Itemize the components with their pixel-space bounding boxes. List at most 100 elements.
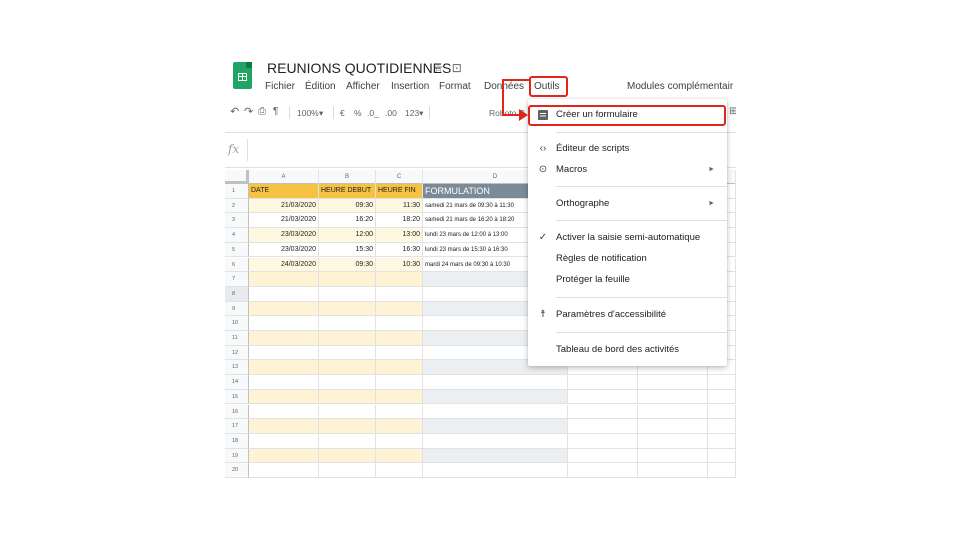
table-cell[interactable] — [423, 448, 568, 464]
row-number[interactable]: 19 — [225, 448, 249, 464]
table-cell[interactable] — [638, 433, 708, 449]
row-number[interactable]: 9 — [225, 301, 249, 317]
table-cell[interactable] — [376, 316, 423, 331]
table-cell[interactable] — [319, 360, 376, 376]
table-cell[interactable] — [249, 375, 319, 390]
table-cell[interactable] — [249, 433, 319, 449]
menu-afficher[interactable]: Afficher — [346, 81, 380, 92]
table-cell[interactable] — [376, 389, 423, 405]
table-cell[interactable] — [249, 448, 319, 464]
table-cell[interactable] — [708, 404, 736, 420]
table-cell[interactable]: 23/03/2020 — [249, 228, 319, 243]
more-formats-button[interactable]: 123▾ — [405, 108, 423, 119]
menu-edition[interactable]: Édition — [305, 81, 336, 92]
row-number[interactable]: 13 — [225, 360, 249, 376]
table-cell[interactable] — [638, 419, 708, 434]
table-cell[interactable] — [319, 463, 376, 478]
table-cell[interactable] — [638, 463, 708, 478]
table-cell[interactable] — [249, 316, 319, 331]
table-cell[interactable] — [376, 433, 423, 449]
row-number[interactable]: 17 — [225, 419, 249, 434]
row-number[interactable]: 5 — [225, 242, 249, 258]
menu-item-macros[interactable]: ⊙ Macros ► — [528, 160, 727, 180]
table-cell[interactable] — [319, 301, 376, 317]
table-cell[interactable]: 13:00 — [376, 228, 423, 243]
table-cell[interactable]: 16:20 — [319, 213, 376, 229]
sheets-logo-icon[interactable] — [233, 62, 252, 89]
table-cell[interactable] — [376, 286, 423, 302]
table-cell[interactable] — [249, 360, 319, 376]
table-cell[interactable]: 24/03/2020 — [249, 257, 319, 273]
table-cell[interactable]: 09:30 — [319, 198, 376, 214]
table-cell[interactable] — [376, 463, 423, 478]
row-number[interactable]: 15 — [225, 389, 249, 405]
menu-item-saisie-semi-auto[interactable]: ✓ Activer la saisie semi-automatique — [528, 228, 727, 248]
header-cell[interactable]: HEURE FIN — [376, 184, 423, 199]
table-cell[interactable]: 23/03/2020 — [249, 242, 319, 258]
table-cell[interactable] — [638, 375, 708, 390]
table-cell[interactable] — [568, 463, 638, 478]
merge-icon[interactable]: ⊞ — [729, 106, 736, 117]
table-cell[interactable] — [249, 345, 319, 361]
header-cell[interactable]: HEURE DEBUT — [319, 184, 376, 199]
table-cell[interactable] — [708, 419, 736, 434]
table-cell[interactable] — [319, 419, 376, 434]
row-number[interactable]: 12 — [225, 345, 249, 361]
menu-fichier[interactable]: Fichier — [265, 81, 295, 92]
table-cell[interactable] — [249, 272, 319, 287]
row-number[interactable]: 10 — [225, 316, 249, 331]
menu-item-accessibilite[interactable]: ☨ Paramètres d'accessibilité — [528, 305, 727, 325]
menu-item-regles-notification[interactable]: Règles de notification — [528, 249, 727, 269]
table-cell[interactable] — [638, 389, 708, 405]
row-number[interactable]: 18 — [225, 433, 249, 449]
table-cell[interactable] — [708, 389, 736, 405]
table-cell[interactable]: 16:30 — [376, 242, 423, 258]
table-cell[interactable] — [249, 463, 319, 478]
table-cell[interactable] — [319, 389, 376, 405]
table-cell[interactable] — [319, 331, 376, 346]
menu-item-tableau-bord[interactable]: Tableau de bord des activités — [528, 340, 727, 360]
table-cell[interactable] — [423, 463, 568, 478]
row-number[interactable]: 2 — [225, 198, 249, 214]
table-cell[interactable] — [249, 286, 319, 302]
table-cell[interactable] — [568, 419, 638, 434]
table-cell[interactable] — [319, 433, 376, 449]
row-number[interactable]: 20 — [225, 463, 249, 478]
menu-item-orthographe[interactable]: Orthographe ► — [528, 194, 727, 214]
table-cell[interactable]: 10:30 — [376, 257, 423, 273]
table-cell[interactable] — [568, 448, 638, 464]
table-cell[interactable]: 09:30 — [319, 257, 376, 273]
table-cell[interactable] — [423, 433, 568, 449]
row-number[interactable]: 3 — [225, 213, 249, 229]
table-cell[interactable] — [423, 419, 568, 434]
row-number[interactable]: 6 — [225, 257, 249, 273]
menu-format[interactable]: Format — [439, 81, 471, 92]
table-cell[interactable]: 11:30 — [376, 198, 423, 214]
header-cell[interactable]: DATE — [249, 184, 319, 199]
table-cell[interactable] — [319, 272, 376, 287]
row-number[interactable]: 8 — [225, 286, 249, 302]
table-cell[interactable] — [568, 375, 638, 390]
column-header-a[interactable]: A — [249, 170, 319, 184]
row-number[interactable]: 4 — [225, 228, 249, 243]
table-cell[interactable] — [423, 404, 568, 420]
percent-button[interactable]: % — [354, 108, 362, 118]
table-cell[interactable] — [423, 389, 568, 405]
table-cell[interactable]: 18:20 — [376, 213, 423, 229]
table-cell[interactable] — [249, 301, 319, 317]
table-cell[interactable] — [708, 463, 736, 478]
table-cell[interactable] — [376, 360, 423, 376]
table-cell[interactable] — [249, 404, 319, 420]
table-cell[interactable] — [319, 375, 376, 390]
paint-format-icon[interactable]: ¶ — [273, 106, 278, 117]
table-cell[interactable] — [376, 272, 423, 287]
table-cell[interactable] — [319, 316, 376, 331]
row-number[interactable]: 11 — [225, 331, 249, 346]
row-number[interactable]: 7 — [225, 272, 249, 287]
menu-item-proteger-feuille[interactable]: Protéger la feuille — [528, 270, 727, 290]
row-number[interactable]: 14 — [225, 375, 249, 390]
table-cell[interactable] — [249, 419, 319, 434]
star-icon[interactable]: ☆ — [433, 61, 444, 75]
table-cell[interactable]: 15:30 — [319, 242, 376, 258]
zoom-dropdown-icon[interactable]: ▾ — [319, 108, 323, 119]
